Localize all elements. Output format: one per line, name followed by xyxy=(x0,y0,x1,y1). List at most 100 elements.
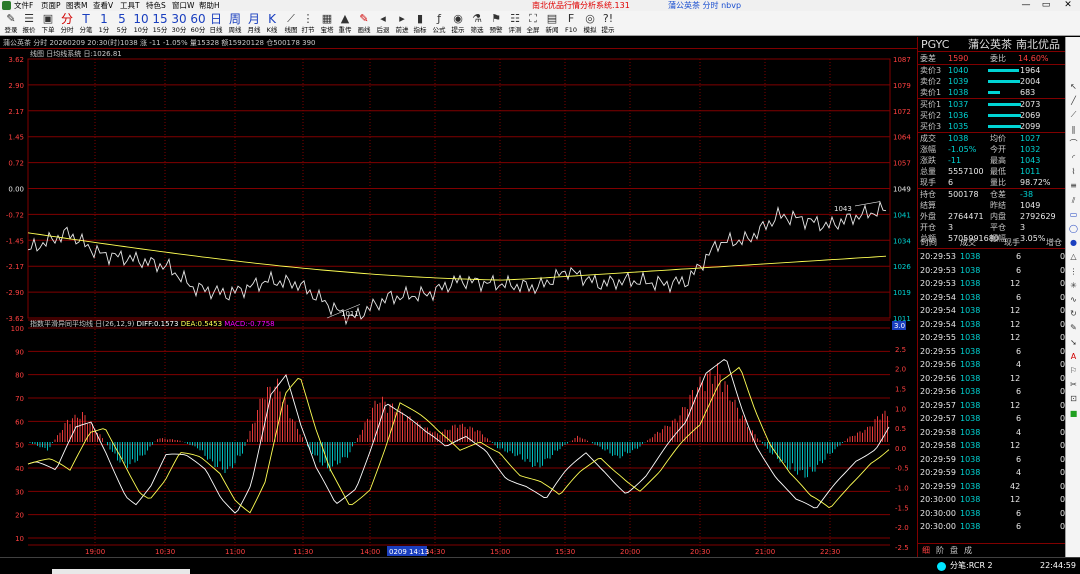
time-axis-label: 15:00 xyxy=(490,548,510,556)
circle-tool-icon[interactable]: ● xyxy=(1068,237,1079,248)
help-button[interactable]: ?! 提示 xyxy=(599,11,617,36)
tick-button[interactable]: ⋮ 打节 xyxy=(299,11,317,36)
line-tool-icon[interactable]: ╱ xyxy=(1068,95,1079,106)
quote-tab-1[interactable]: 阶 xyxy=(936,544,944,558)
tick-row: 20:29:54 1038 12 0 xyxy=(918,318,1066,332)
quote-tab-0[interactable]: 细 xyxy=(922,544,930,558)
report-button[interactable]: ☰ 报价 xyxy=(20,11,38,36)
mode-button[interactable]: ◎ 模拟 xyxy=(581,11,599,36)
period-日线[interactable]: 日日线 xyxy=(207,12,225,36)
line-chart-button[interactable]: ⟋ 线图 xyxy=(282,11,300,36)
wave-tool-icon[interactable]: ∿ xyxy=(1068,294,1079,305)
period-10分[interactable]: 10 10分 xyxy=(132,12,150,36)
chart-area[interactable]: 3.62 1087 2.90 1079 2.17 1072 1.45 1064 0.72 1057… xyxy=(0,49,917,557)
macd-axis-left-label: 100 xyxy=(11,325,24,333)
macd-value-label: MACD:-0.7758 xyxy=(224,320,274,328)
price-axis-right-label: 1079 xyxy=(893,82,911,90)
price-line xyxy=(27,200,887,326)
ray-tool-icon[interactable]: ⟋ xyxy=(1068,109,1079,120)
period-月线[interactable]: 月月线 xyxy=(245,12,263,36)
period-60分[interactable]: 60 60分 xyxy=(189,12,207,36)
lock-tool-icon[interactable]: ⊡ xyxy=(1068,393,1079,404)
cycle-tool-icon[interactable]: ↻ xyxy=(1068,308,1079,319)
eraser-tool-icon[interactable]: ✂ xyxy=(1068,379,1079,390)
gann-tool-icon[interactable]: ✳ xyxy=(1068,280,1079,291)
menu-6[interactable]: 窗口W xyxy=(172,0,194,11)
text-tool-icon[interactable]: A xyxy=(1068,351,1079,362)
menu-0[interactable]: 文件F xyxy=(14,0,33,11)
channel-tool-icon[interactable]: ⫽ xyxy=(1068,195,1079,206)
triangle-tool-icon[interactable]: △ xyxy=(1068,251,1079,262)
arrow-tool-icon[interactable]: ➘ xyxy=(1068,337,1079,348)
period-symbol: 月 xyxy=(247,12,260,26)
menu-5[interactable]: 特色S xyxy=(146,0,166,11)
period-5分[interactable]: 5 5分 xyxy=(113,12,131,36)
menu-4[interactable]: 工具T xyxy=(120,0,140,11)
restore-button[interactable]: ▭ xyxy=(1040,0,1052,11)
quote-tab-3[interactable]: 成 xyxy=(964,544,972,558)
f10-button[interactable]: F F10 xyxy=(562,11,580,36)
price-axis-left-label: 2.17 xyxy=(8,108,24,116)
period-周线[interactable]: 周周线 xyxy=(226,12,244,36)
pen-tool-icon[interactable]: ✎ xyxy=(1068,322,1079,333)
price-axis-left-label: -2.17 xyxy=(6,263,24,271)
back-button[interactable]: ◂ 后退 xyxy=(374,11,392,36)
menu-1[interactable]: 页面P xyxy=(41,0,61,11)
tick-price: 1038 xyxy=(960,414,981,423)
macd-legend: 指数平滑异同平均线 日(26,12,9) DIFF:0.1573 DEA:0.5… xyxy=(30,319,275,328)
stat-label: 外盘 xyxy=(920,212,936,221)
arc-tool-icon[interactable]: ◜ xyxy=(1068,152,1079,163)
stock-info-line: 蒲公英茶 分时 20260209 20:30(时)1038 涨 -11 -1.0… xyxy=(0,37,917,49)
tick-volume: 6 xyxy=(1016,292,1022,302)
curve-tool-icon[interactable]: ⌒ xyxy=(1068,138,1079,149)
login-button[interactable]: ✎ 登录 xyxy=(2,11,20,36)
period-K线[interactable]: K K线 xyxy=(263,12,281,36)
evaluate-button[interactable]: ☷ 评测 xyxy=(506,11,524,36)
tick-time: 20:29:59 xyxy=(920,481,956,491)
minimize-button[interactable]: — xyxy=(1020,0,1032,11)
menu-3[interactable]: 查看V xyxy=(93,0,113,11)
formula-button[interactable]: ƒ 公式 xyxy=(430,11,448,36)
close-button[interactable]: ✕ xyxy=(1062,0,1074,11)
stat-value: 5557100 xyxy=(948,167,984,176)
news-button[interactable]: ▤ 新闻 xyxy=(543,11,561,36)
menu-2[interactable]: 图表M xyxy=(66,0,87,11)
order-button[interactable]: ▣ 下单 xyxy=(39,11,57,36)
rect-tool-icon[interactable]: ▭ xyxy=(1068,209,1079,220)
macd-axis-right-label: -2.5 xyxy=(895,544,909,552)
app-logo-icon xyxy=(2,1,11,10)
pen-button[interactable]: ✎ 画线 xyxy=(355,11,373,36)
tick-price: 1038 xyxy=(960,441,981,450)
parallel-tool-icon[interactable]: ∥ xyxy=(1068,124,1079,135)
ellipse-tool-icon[interactable]: ◯ xyxy=(1068,223,1079,234)
indicator-button[interactable]: ▮ 指标 xyxy=(411,11,429,36)
fib-tool-icon[interactable]: ≡ xyxy=(1068,180,1079,191)
fullscreen-button[interactable]: ⛶ 全屏 xyxy=(524,11,542,36)
period-1分[interactable]: 1 1分 xyxy=(95,12,113,36)
alert-button[interactable]: ◉ 提示 xyxy=(449,11,467,36)
green-box-icon[interactable]: ■ xyxy=(1068,408,1079,419)
period-tool-icon[interactable]: ⋮ xyxy=(1068,266,1079,277)
time-axis-label: 19:00 xyxy=(85,548,105,556)
toolbar-label: 指标 xyxy=(413,26,427,34)
bookmark-button[interactable]: ▲ 重传 xyxy=(336,11,354,36)
warning-button[interactable]: ⚑ 预警 xyxy=(487,11,505,36)
period-分笔[interactable]: T 分笔 xyxy=(77,12,95,36)
tick-price: 1038 xyxy=(960,319,981,329)
ask-label: 卖价3 xyxy=(920,66,942,75)
period-30分[interactable]: 30 30分 xyxy=(170,12,188,36)
grid-button[interactable]: ▦ 宝塔 xyxy=(318,11,336,36)
quote-tab-2[interactable]: 盘 xyxy=(950,544,958,558)
intraday-chart[interactable]: 3.62 1087 2.90 1079 2.17 1072 1.45 1064 0.72 1057… xyxy=(0,49,917,557)
fan-tool-icon[interactable]: ⌇ xyxy=(1068,166,1079,177)
filter-button[interactable]: ⚗ 筛选 xyxy=(468,11,486,36)
stat-row: 涨幅 -1.05% 今开 1032 xyxy=(918,144,1066,155)
macd-axis-right-label: 2.5 xyxy=(895,346,906,354)
pointer-icon[interactable]: ↖ xyxy=(1068,81,1079,92)
forward-button[interactable]: ▸ 前进 xyxy=(393,11,411,36)
period-15分[interactable]: 15 15分 xyxy=(151,12,169,36)
menu-7[interactable]: 帮助H xyxy=(199,0,220,11)
toolbar-label: 打节 xyxy=(301,26,315,34)
mark-tool-icon[interactable]: ⚐ xyxy=(1068,365,1079,376)
period-分时[interactable]: 分分时 xyxy=(58,12,76,36)
